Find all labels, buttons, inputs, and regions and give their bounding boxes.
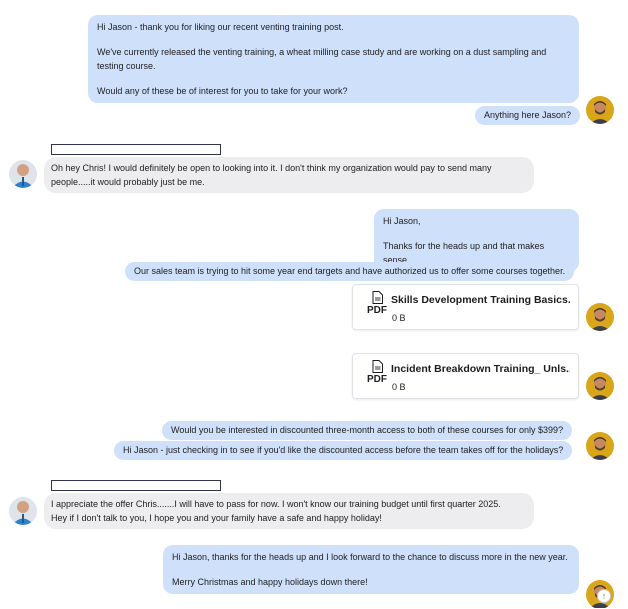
scroll-up-button[interactable]: ↑ <box>597 589 611 603</box>
person-icon <box>9 497 37 525</box>
file-size: 0 B <box>392 382 406 392</box>
person-icon <box>586 372 614 400</box>
file-type-label: PDF <box>367 305 387 316</box>
sender-avatar <box>586 432 614 460</box>
sender-avatar <box>586 372 614 400</box>
message-line: Hey if I don't talk to you, I hope you a… <box>51 513 382 523</box>
message-text: Anything here Jason? <box>484 110 572 120</box>
incoming-message: I appreciate the offer Chris.......I wil… <box>44 493 534 529</box>
outgoing-message: Hi Jason - just checking in to see if yo… <box>114 441 573 460</box>
outgoing-message: Our sales team is trying to hit some yea… <box>125 262 575 281</box>
message-text: Hi Jason - just checking in to see if yo… <box>123 445 564 455</box>
file-name: Skills Development Training Basics... <box>391 294 570 306</box>
sender-avatar <box>586 96 614 124</box>
incoming-message: Oh hey Chris! I would definitely be open… <box>44 157 534 193</box>
message-paragraph: Merry Christmas and happy holidays down … <box>172 577 368 587</box>
file-name: Incident Breakdown Training_ Unls... <box>391 363 570 375</box>
message-text: Would you be interested in discounted th… <box>171 425 564 435</box>
message-paragraph: We've currently released the venting tra… <box>97 47 547 71</box>
person-icon <box>586 96 614 124</box>
message-text: Our sales team is trying to hit some yea… <box>134 266 566 276</box>
document-icon <box>372 291 383 304</box>
person-icon <box>586 303 614 331</box>
document-icon <box>372 360 383 373</box>
outgoing-message: Hi Jason, thanks for the heads up and I … <box>163 545 579 594</box>
message-paragraph: Hi Jason - thank you for liking our rece… <box>97 22 344 32</box>
sender-avatar <box>586 303 614 331</box>
outgoing-message: Hi Jason - thank you for liking our rece… <box>88 15 579 103</box>
contact-name-box <box>51 480 221 491</box>
file-size: 0 B <box>392 313 406 323</box>
outgoing-message: Anything here Jason? <box>475 106 581 125</box>
pdf-attachment[interactable]: PDF Incident Breakdown Training_ Unls...… <box>352 353 579 399</box>
contact-name-box <box>51 144 221 155</box>
outgoing-message: Would you be interested in discounted th… <box>162 421 573 440</box>
contact-avatar <box>9 160 37 188</box>
person-icon <box>9 160 37 188</box>
file-type-label: PDF <box>367 374 387 385</box>
contact-avatar <box>9 497 37 525</box>
file-type: PDF <box>365 291 389 316</box>
file-type: PDF <box>365 360 389 385</box>
message-text: Oh hey Chris! I would definitely be open… <box>51 163 492 187</box>
message-paragraph: Would any of these be of interest for yo… <box>97 86 348 96</box>
pdf-attachment[interactable]: PDF Skills Development Training Basics..… <box>352 284 579 330</box>
person-icon <box>586 432 614 460</box>
message-line: I appreciate the offer Chris.......I wil… <box>51 499 501 509</box>
arrow-up-icon: ↑ <box>601 591 607 601</box>
message-paragraph: Hi Jason, thanks for the heads up and I … <box>172 552 568 562</box>
message-paragraph: Hi Jason, <box>383 216 421 226</box>
